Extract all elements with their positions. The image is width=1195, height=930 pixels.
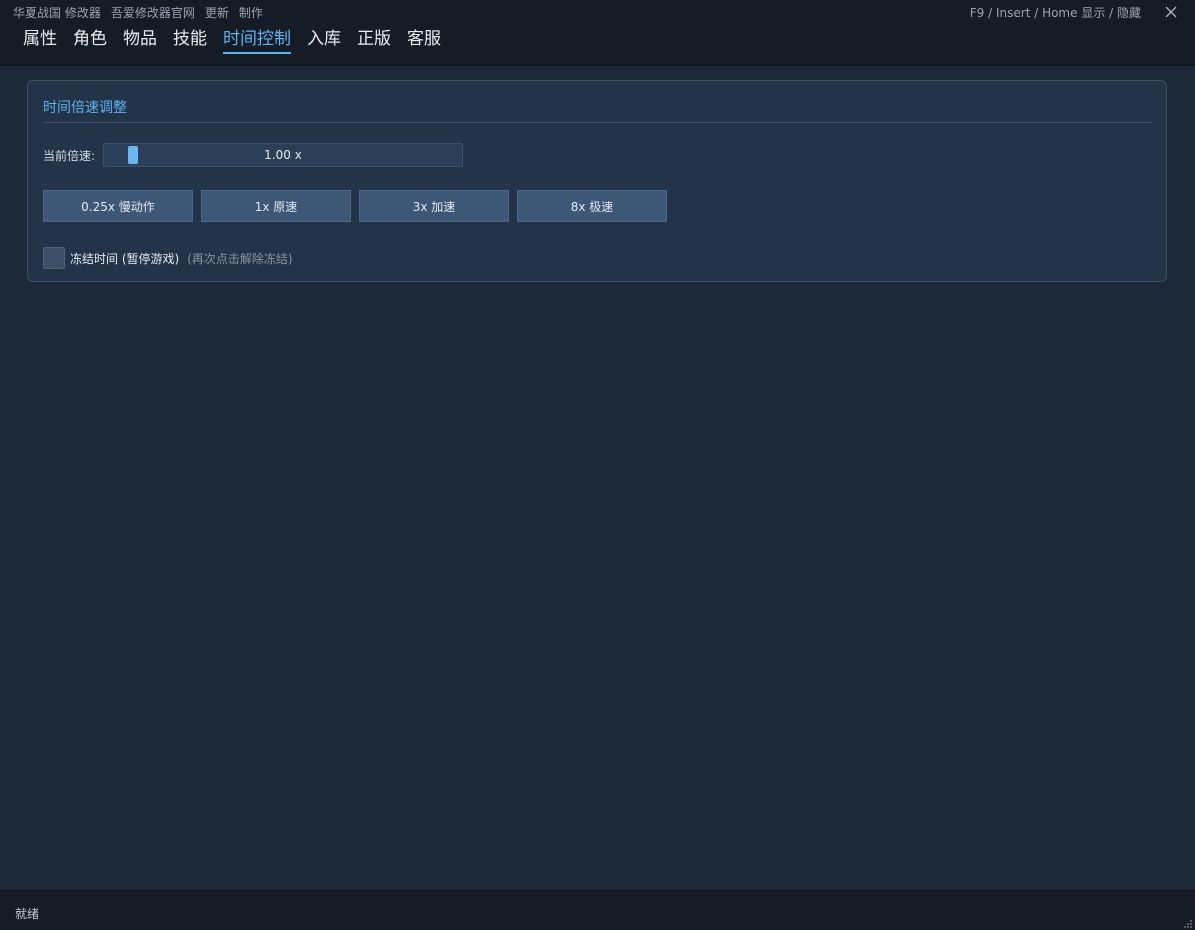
menu-item-credits[interactable]: 制作 <box>239 4 263 20</box>
freeze-time-row: 冻结时间 (暂停游戏) (再次点击解除冻结) <box>43 246 293 270</box>
tab-bar: 属性 角色 物品 技能 时间控制 入库 正版 客服 <box>23 28 441 54</box>
hotkey-hint: F9 / Insert / Home 显示 / 隐藏 <box>969 6 1141 20</box>
tab-characters[interactable]: 角色 <box>73 28 107 54</box>
speed-slider-value: 1.00 x <box>264 148 302 162</box>
resize-grip-icon[interactable] <box>1183 919 1193 929</box>
group-title: 时间倍速调整 <box>43 100 127 116</box>
preset-button-extreme-speed[interactable]: 8x 极速 <box>517 190 667 222</box>
menu-item-official-site[interactable]: 吾爱修改器官网 <box>111 4 195 20</box>
tab-genuine[interactable]: 正版 <box>357 28 391 54</box>
freeze-time-hint: (再次点击解除冻结) <box>187 251 293 266</box>
close-button[interactable] <box>1161 2 1181 22</box>
status-bar: 就绪 <box>0 890 1195 930</box>
current-speed-label: 当前倍速: <box>43 149 96 163</box>
freeze-time-toggle[interactable] <box>43 247 65 269</box>
status-text: 就绪 <box>15 907 40 921</box>
menu-item-app-title[interactable]: 华夏战国 修改器 <box>13 4 101 20</box>
tab-warehouse[interactable]: 入库 <box>307 28 341 54</box>
tab-skills[interactable]: 技能 <box>173 28 207 54</box>
tab-customer-service[interactable]: 客服 <box>407 28 441 54</box>
title-bar: 华夏战国 修改器 吾爱修改器官网 更新 制作 F9 / Insert / Hom… <box>0 0 1195 66</box>
freeze-time-label[interactable]: 冻结时间 (暂停游戏) <box>70 250 179 267</box>
tab-time-control[interactable]: 时间控制 <box>223 28 291 54</box>
speed-slider-handle[interactable] <box>128 146 138 164</box>
preset-button-normal-speed[interactable]: 1x 原速 <box>201 190 351 222</box>
speed-preset-row: 0.25x 慢动作 1x 原速 3x 加速 8x 极速 <box>43 190 667 222</box>
menu-item-update[interactable]: 更新 <box>205 4 229 20</box>
main-window: 华夏战国 修改器 吾爱修改器官网 更新 制作 F9 / Insert / Hom… <box>0 0 1195 930</box>
time-speed-group: 时间倍速调整 当前倍速: 1.00 x 0.25x 慢动作 1x 原速 3x 加… <box>27 80 1167 282</box>
group-divider <box>43 122 1153 123</box>
menu-bar: 华夏战国 修改器 吾爱修改器官网 更新 制作 <box>13 4 263 20</box>
tab-items[interactable]: 物品 <box>123 28 157 54</box>
preset-button-speed-up[interactable]: 3x 加速 <box>359 190 509 222</box>
close-icon <box>1165 6 1177 18</box>
tab-attributes[interactable]: 属性 <box>23 28 57 54</box>
speed-slider[interactable]: 1.00 x <box>103 143 463 167</box>
preset-button-slow-motion[interactable]: 0.25x 慢动作 <box>43 190 193 222</box>
